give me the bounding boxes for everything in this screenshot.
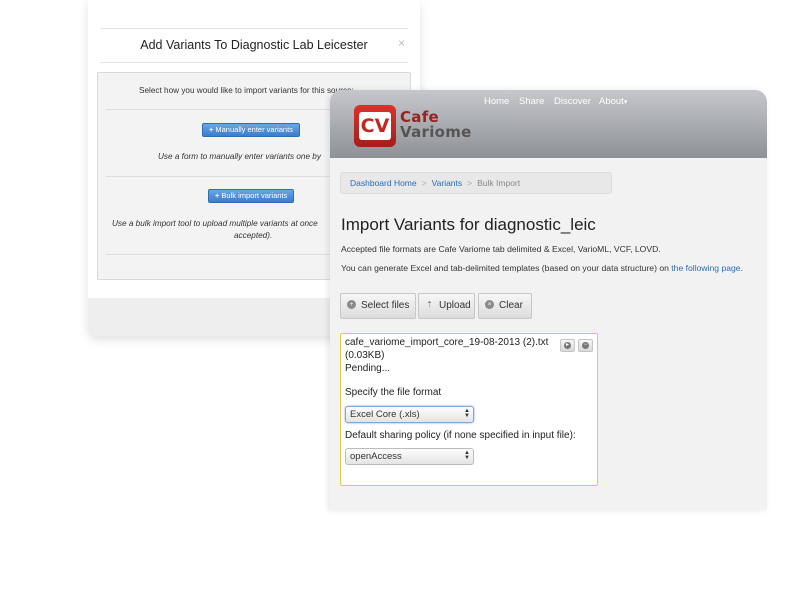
- sharing-policy-select[interactable]: openAccess ▲ ▼: [345, 448, 474, 465]
- plus-icon: +: [215, 191, 220, 200]
- sharing-policy-value: openAccess: [350, 451, 402, 462]
- manual-description: Use a form to manually enter variants on…: [158, 152, 321, 161]
- divider: [100, 28, 408, 29]
- plus-circle-icon: +: [347, 299, 356, 309]
- cancel-circle-icon: ×: [485, 299, 494, 309]
- bulk-description-line1: Use a bulk import tool to upload multipl…: [112, 219, 318, 228]
- breadcrumb: Dashboard Home > Variants > Bulk Import: [340, 172, 612, 194]
- minus-icon: −: [582, 342, 589, 349]
- divider: [100, 62, 408, 63]
- logo-mark: CV: [359, 112, 391, 140]
- select-arrows-icon: ▲ ▼: [464, 408, 470, 419]
- file-queue-item: cafe_variome_import_core_19-08-2013 (2).…: [340, 333, 598, 486]
- templates-text-end: .: [740, 263, 743, 273]
- chevron-down-icon: ▾: [623, 99, 628, 106]
- clear-button[interactable]: × Clear: [478, 293, 532, 319]
- templates-text-lead: You can generate Excel and tab-delimited…: [341, 263, 669, 273]
- select-arrows-icon: ▲ ▼: [464, 450, 470, 461]
- remove-file-button[interactable]: −: [578, 339, 593, 352]
- file-format-select[interactable]: Excel Core (.xls) ▲ ▼: [345, 406, 474, 423]
- nav-about[interactable]: About▾: [599, 96, 627, 107]
- logo-line2: Variome: [400, 123, 472, 141]
- file-name: cafe_variome_import_core_19-08-2013 (2).…: [345, 337, 549, 348]
- nav-discover[interactable]: Discover: [554, 96, 591, 107]
- upload-label: Upload: [439, 300, 471, 311]
- select-files-label: Select files: [361, 300, 410, 311]
- templates-text: You can generate Excel and tab-delimited…: [341, 263, 743, 273]
- file-status: Pending...: [345, 363, 391, 374]
- nav-share[interactable]: Share: [519, 96, 544, 107]
- file-format-value: Excel Core (.xls): [350, 409, 420, 420]
- bulk-button-label: Bulk import variants: [221, 191, 288, 200]
- cafe-variome-logo[interactable]: CV: [354, 105, 396, 147]
- manual-button-label: Manually enter variants: [215, 125, 293, 134]
- manually-enter-variants-button[interactable]: + Manually enter variants: [202, 123, 300, 137]
- site-header: Home Share Discover About▾ CV Cafe Vario…: [330, 90, 767, 158]
- play-icon: ▸: [564, 342, 571, 349]
- plus-icon: +: [209, 125, 214, 134]
- file-format-label: Specify the file format: [345, 387, 442, 398]
- breadcrumb-variants[interactable]: Variants: [432, 178, 463, 188]
- start-file-button[interactable]: ▸: [560, 339, 575, 352]
- nav-about-label: About: [599, 96, 624, 107]
- sharing-policy-label: Default sharing policy (if none specifie…: [345, 430, 576, 441]
- upload-icon: ⇡: [426, 299, 433, 309]
- breadcrumb-dashboard-home[interactable]: Dashboard Home: [350, 178, 417, 188]
- logo-wordmark: Cafe Variome: [400, 110, 472, 140]
- breadcrumb-separator: >: [467, 178, 473, 188]
- close-icon[interactable]: ×: [398, 36, 405, 50]
- cafe-variome-window: Home Share Discover About▾ CV Cafe Vario…: [330, 90, 767, 510]
- file-size: (0.03KB): [345, 350, 385, 361]
- following-page-link[interactable]: the following page: [671, 263, 740, 273]
- bulk-import-variants-button[interactable]: + Bulk import variants: [208, 189, 295, 203]
- accepted-formats-text: Accepted file formats are Cafe Variome t…: [341, 244, 661, 254]
- upload-button[interactable]: ⇡ Upload: [418, 293, 475, 319]
- modal-title: Add Variants To Diagnostic Lab Leicester: [140, 38, 368, 52]
- import-intro-text: Select how you would like to import vari…: [139, 86, 354, 95]
- breadcrumb-separator: >: [421, 178, 427, 188]
- breadcrumb-current: Bulk Import: [477, 178, 521, 188]
- nav-home[interactable]: Home: [484, 96, 509, 107]
- clear-label: Clear: [499, 300, 523, 311]
- select-files-button[interactable]: + Select files: [340, 293, 416, 319]
- page-title: Import Variants for diagnostic_leic: [341, 215, 596, 234]
- bulk-description-line2: accepted).: [234, 231, 273, 240]
